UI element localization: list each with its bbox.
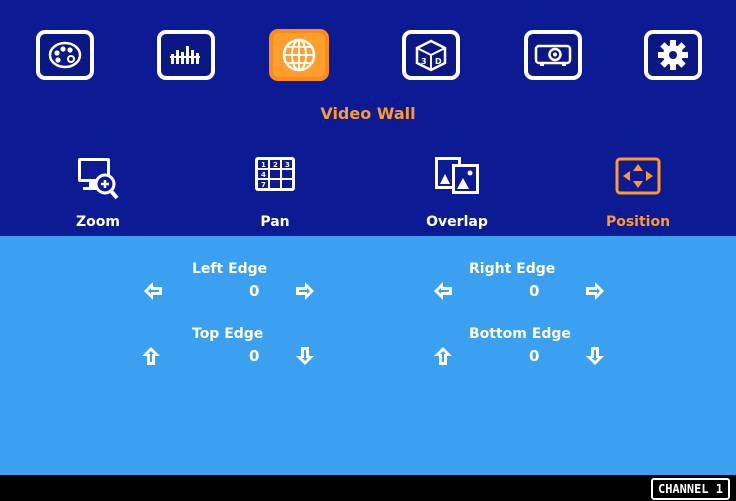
projector-icon <box>534 44 572 66</box>
svg-text:3: 3 <box>285 161 290 169</box>
arrow-right-icon <box>586 282 604 300</box>
arrow-up-icon <box>434 347 452 365</box>
right-edge-label: Right Edge <box>469 261 556 277</box>
arrow-up-icon <box>142 347 160 365</box>
arrow-down-icon <box>296 347 314 365</box>
top-edge-down-arrow[interactable] <box>294 345 316 367</box>
left-edge-value: 0 <box>249 282 260 300</box>
gear-icon <box>658 40 688 70</box>
svg-text:2: 2 <box>273 161 278 169</box>
zoom-monitor-icon <box>78 158 119 200</box>
arrow-left-icon <box>144 282 162 300</box>
arrow-left-icon <box>434 282 452 300</box>
bottom-edge-value: 0 <box>529 347 540 365</box>
submenu-zoom[interactable]: Zoom <box>43 150 153 236</box>
svg-text:3: 3 <box>421 57 427 66</box>
status-bar <box>0 475 736 501</box>
right-edge-increase-arrow[interactable] <box>584 280 606 302</box>
submenu-position[interactable]: Position <box>583 150 693 236</box>
channel-badge: CHANNEL 1 <box>650 478 730 500</box>
overlap-photos-icon <box>435 157 479 194</box>
tab-video-wall[interactable] <box>269 29 329 81</box>
tab-equalizer[interactable] <box>157 30 215 80</box>
arrow-right-icon <box>296 282 314 300</box>
left-edge-decrease-arrow[interactable] <box>142 280 164 302</box>
top-edge-label: Top Edge <box>192 326 264 342</box>
pan-grid-icon: 123 4 7 <box>255 157 295 191</box>
tab-3d[interactable]: 3 D <box>402 30 460 80</box>
position-arrows-icon <box>615 157 661 195</box>
submenu-pan-label: Pan <box>260 214 290 230</box>
bottom-edge-label: Bottom Edge <box>469 326 571 342</box>
svg-text:4: 4 <box>261 171 266 179</box>
3d-cube-icon: 3 D <box>415 39 447 72</box>
left-edge-increase-arrow[interactable] <box>294 280 316 302</box>
svg-text:7: 7 <box>261 181 266 189</box>
top-edge-value: 0 <box>249 347 260 365</box>
submenu-overlap[interactable]: Overlap <box>402 150 512 236</box>
palette-icon <box>48 41 82 69</box>
position-panel <box>0 236 736 475</box>
submenu-zoom-label: Zoom <box>76 214 120 230</box>
section-title: Video Wall <box>320 104 416 123</box>
svg-text:D: D <box>435 57 442 66</box>
top-edge-up-arrow[interactable] <box>140 345 162 367</box>
right-edge-value: 0 <box>529 282 540 300</box>
left-edge-label: Left Edge <box>192 261 268 277</box>
submenu-position-label: Position <box>605 214 671 230</box>
arrow-down-icon <box>586 347 604 365</box>
bottom-edge-down-arrow[interactable] <box>584 345 606 367</box>
tab-palette[interactable] <box>36 30 94 80</box>
osd-screen: 3 D Video Wall Zoom 1 2 3 4 7 Pan Overla… <box>0 0 736 501</box>
submenu-pan[interactable]: 123 4 7 Pan <box>220 150 330 236</box>
bottom-edge-up-arrow[interactable] <box>432 345 454 367</box>
svg-text:1: 1 <box>261 161 266 169</box>
right-edge-decrease-arrow[interactable] <box>432 280 454 302</box>
tab-settings[interactable] <box>644 30 702 80</box>
equalizer-icon <box>170 46 200 64</box>
globe-icon <box>282 38 316 72</box>
tab-projector[interactable] <box>524 30 582 80</box>
submenu-overlap-label: Overlap <box>426 214 488 230</box>
